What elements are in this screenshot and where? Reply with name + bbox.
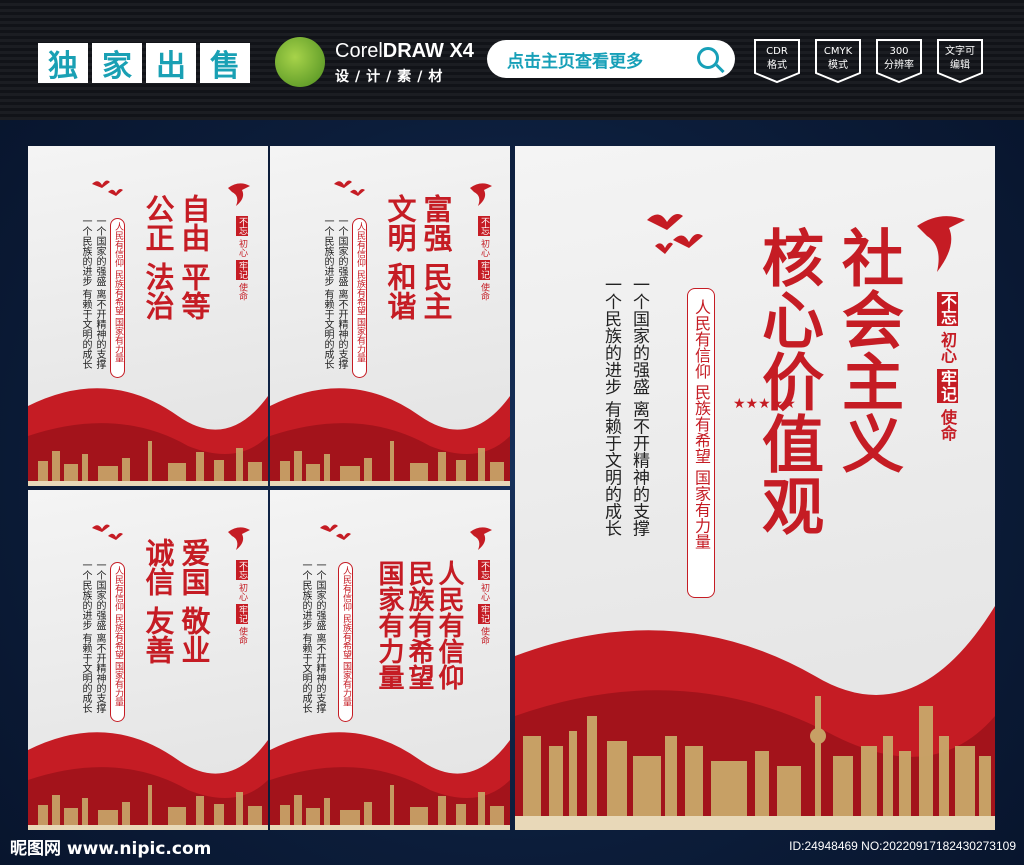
search-icon xyxy=(697,47,719,69)
red-ribbon-wave xyxy=(270,388,510,486)
resolution-badge: 300 分辨率 xyxy=(874,37,924,84)
software-label: CorelDRAW X4 设/计/素/材 xyxy=(335,40,474,86)
seal-motto: 不忘 初心 牢记 使命 xyxy=(478,560,490,645)
seal-motto: 不忘 初心 牢记 使命 xyxy=(478,216,490,301)
red-ribbon-wave xyxy=(28,732,268,830)
view-more-label: 点击主页查看更多 xyxy=(507,51,643,72)
doves-icon xyxy=(92,180,123,196)
slogan-banner: 人民有信仰 民族有希望 国家有力量 xyxy=(687,288,715,598)
body-text: 一个国家的强盛 离不开精神的支撑 一个民族的进步 有赖于文明的成长 xyxy=(601,276,649,537)
exclusive-char: 家 xyxy=(92,43,142,84)
seal-motto: 不忘 初心 牢记 使命 xyxy=(236,216,248,301)
site-watermark: 昵图网 www.nipic.com xyxy=(10,839,212,859)
exclusive-sale-label: 独 家 出 售 xyxy=(38,43,250,84)
china-dream-logo-icon xyxy=(228,527,250,550)
slogan-banner: 人民有信仰 民族有希望 国家有力量 xyxy=(110,562,125,722)
slogan-banner: 人民有信仰 民族有希望 国家有力量 xyxy=(338,562,353,722)
poster-prosperity: 不忘 初心 牢记 使命 富强 民主 文明 和谐 人民有信仰 民族有希望 国家有力量… xyxy=(270,146,510,486)
coreldraw-logo-icon xyxy=(275,37,325,87)
exclusive-char: 独 xyxy=(38,43,88,84)
poster-core-values-large: 不忘 初心 牢记 使命 社会主义 核心价值观 ★★★★★ 人民有信仰 民族有希望 … xyxy=(515,146,995,830)
slogan-banner: 人民有信仰 民族有希望 国家有力量 xyxy=(110,218,125,378)
doves-icon xyxy=(92,524,123,540)
brand-prefix: Corel xyxy=(335,40,383,62)
doves-icon xyxy=(320,524,351,540)
poster-value-title: 富强 民主 文明 和谐 xyxy=(383,194,453,321)
slogan-banner: 人民有信仰 民族有希望 国家有力量 xyxy=(352,218,367,378)
view-more-button[interactable]: 点击主页查看更多 xyxy=(487,40,735,78)
china-dream-logo-icon xyxy=(470,183,492,206)
brand-main: DRAW X4 xyxy=(382,40,474,62)
doves-icon xyxy=(334,180,365,196)
exclusive-char: 出 xyxy=(146,43,196,84)
red-ribbon-wave xyxy=(270,732,510,830)
china-dream-logo-icon xyxy=(228,183,250,206)
china-dream-logo-icon xyxy=(917,216,965,272)
stars-decoration: ★★★★★ xyxy=(733,396,796,412)
china-dream-logo-icon xyxy=(470,527,492,550)
poster-patriotism: 不忘 初心 牢记 使命 爱国 敬业 诚信 友善 人民有信仰 民族有希望 国家有力量… xyxy=(28,490,268,830)
doves-icon xyxy=(647,214,703,254)
poster-freedom: 不忘 初心 牢记 使命 自由 平等 公正 法治 人民有信仰 民族有希望 国家有力量… xyxy=(28,146,268,486)
red-ribbon-wave xyxy=(515,606,995,830)
seal-motto: 不忘 初心 牢记 使命 xyxy=(937,292,958,441)
editable-text-badge: 文字可 编辑 xyxy=(935,37,985,84)
seal-motto: 不忘 初心 牢记 使命 xyxy=(236,560,248,645)
cmyk-mode-badge: CMYK 模式 xyxy=(813,37,863,84)
red-ribbon-wave xyxy=(28,388,268,486)
poster-people-faith: 不忘 初心 牢记 使命 人民有信仰 民族有希望 国家有力量 人民有信仰 民族有希望 … xyxy=(270,490,510,830)
cdr-format-badge: CDR 格式 xyxy=(752,37,802,84)
image-id-label: ID:24948469 NO:20220917182430273109 xyxy=(789,839,1016,853)
poster-value-title: 自由 平等 公正 法治 xyxy=(141,194,211,321)
exclusive-char: 售 xyxy=(200,43,250,84)
software-subtitle: 设/计/素/材 xyxy=(335,69,449,85)
poster-value-title: 爱国 敬业 诚信 友善 xyxy=(141,538,211,665)
